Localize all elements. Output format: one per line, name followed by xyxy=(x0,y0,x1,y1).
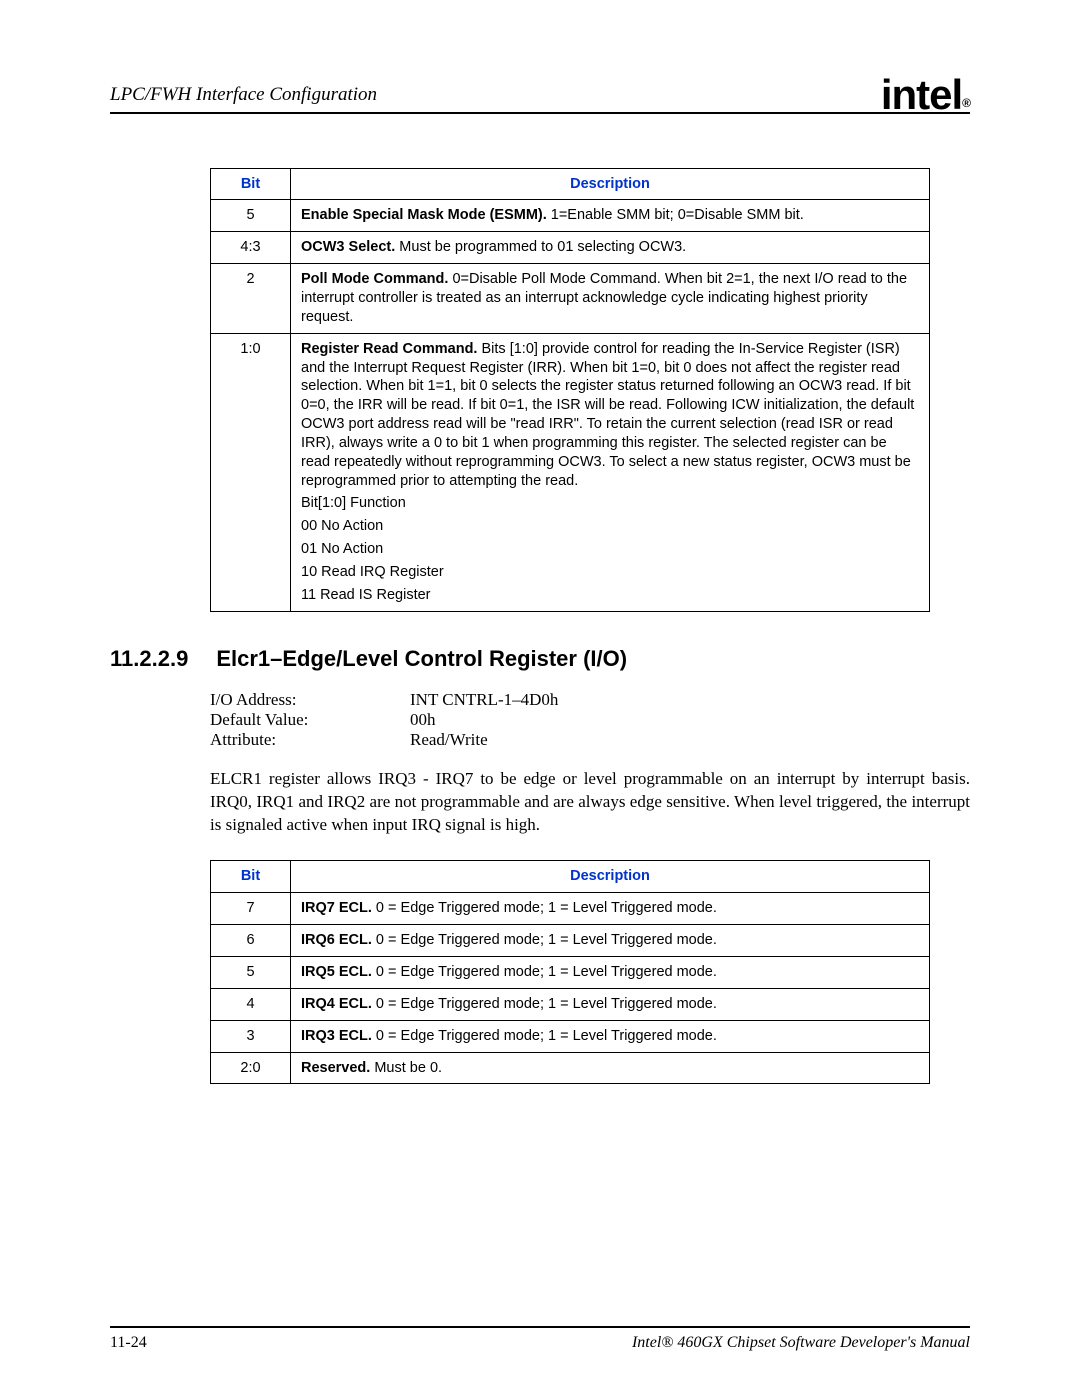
desc-subline: 11 Read IS Register xyxy=(301,582,919,605)
desc-cell: IRQ6 ECL. 0 = Edge Triggered mode; 1 = L… xyxy=(291,925,930,957)
table-row: 7IRQ7 ECL. 0 = Edge Triggered mode; 1 = … xyxy=(211,893,930,925)
register-table-elcr1: Bit Description 7IRQ7 ECL. 0 = Edge Trig… xyxy=(210,860,930,1084)
meta-row: Default Value:00h xyxy=(210,710,970,730)
col-header-desc: Description xyxy=(291,861,930,893)
meta-label: Attribute: xyxy=(210,730,410,750)
col-header-bit: Bit xyxy=(211,168,291,200)
bit-cell: 4 xyxy=(211,988,291,1020)
desc-subline: 10 Read IRQ Register xyxy=(301,559,919,582)
bit-cell: 5 xyxy=(211,200,291,232)
intel-logo: intel® xyxy=(881,78,970,112)
table-row: 5IRQ5 ECL. 0 = Edge Triggered mode; 1 = … xyxy=(211,956,930,988)
bit-cell: 1:0 xyxy=(211,333,291,611)
col-header-desc: Description xyxy=(291,168,930,200)
bit-cell: 7 xyxy=(211,893,291,925)
table-row: 5Enable Special Mask Mode (ESMM). 1=Enab… xyxy=(211,200,930,232)
desc-cell: IRQ4 ECL. 0 = Edge Triggered mode; 1 = L… xyxy=(291,988,930,1020)
page-number: 11-24 xyxy=(110,1334,147,1352)
desc-cell: IRQ7 ECL. 0 = Edge Triggered mode; 1 = L… xyxy=(291,893,930,925)
bit-cell: 2 xyxy=(211,264,291,334)
desc-cell: IRQ5 ECL. 0 = Edge Triggered mode; 1 = L… xyxy=(291,956,930,988)
col-header-bit: Bit xyxy=(211,861,291,893)
section-heading: 11.2.2.9 Elcr1–Edge/Level Control Regist… xyxy=(110,646,970,672)
bit-cell: 6 xyxy=(211,925,291,957)
desc-cell: Enable Special Mask Mode (ESMM). 1=Enabl… xyxy=(291,200,930,232)
bit-cell: 3 xyxy=(211,1020,291,1052)
desc-cell: IRQ3 ECL. 0 = Edge Triggered mode; 1 = L… xyxy=(291,1020,930,1052)
section-title: Elcr1–Edge/Level Control Register (I/O) xyxy=(216,646,627,672)
meta-row: Attribute:Read/Write xyxy=(210,730,970,750)
table-header-row: Bit Description xyxy=(211,861,930,893)
bit-cell: 4:3 xyxy=(211,232,291,264)
table-row: 2Poll Mode Command. 0=Disable Poll Mode … xyxy=(211,264,930,334)
desc-cell: Reserved. Must be 0. xyxy=(291,1052,930,1084)
section-paragraph: ELCR1 register allows IRQ3 - IRQ7 to be … xyxy=(210,768,970,837)
meta-value: Read/Write xyxy=(410,730,488,750)
table-row: 4IRQ4 ECL. 0 = Edge Triggered mode; 1 = … xyxy=(211,988,930,1020)
desc-subline: 01 No Action xyxy=(301,536,919,559)
table-row: 4:3OCW3 Select. Must be programmed to 01… xyxy=(211,232,930,264)
desc-cell: Register Read Command. Bits [1:0] provid… xyxy=(291,333,930,611)
header-title: LPC/FWH Interface Configuration xyxy=(110,84,377,106)
table-header-row: Bit Description xyxy=(211,168,930,200)
desc-cell: Poll Mode Command. 0=Disable Poll Mode C… xyxy=(291,264,930,334)
page-header: LPC/FWH Interface Configuration intel® xyxy=(110,72,970,114)
bit-cell: 5 xyxy=(211,956,291,988)
desc-subline: Bit[1:0] Function xyxy=(301,490,919,513)
section-number: 11.2.2.9 xyxy=(110,646,188,672)
footer-title: Intel® 460GX Chipset Software Developer'… xyxy=(632,1334,970,1352)
table-row: 3IRQ3 ECL. 0 = Edge Triggered mode; 1 = … xyxy=(211,1020,930,1052)
bit-cell: 2:0 xyxy=(211,1052,291,1084)
table-row: 2:0Reserved. Must be 0. xyxy=(211,1052,930,1084)
table-row: 6IRQ6 ECL. 0 = Edge Triggered mode; 1 = … xyxy=(211,925,930,957)
table-row: 1:0Register Read Command. Bits [1:0] pro… xyxy=(211,333,930,611)
page-footer: 11-24 Intel® 460GX Chipset Software Deve… xyxy=(110,1326,970,1352)
register-meta: I/O Address:INT CNTRL-1–4D0hDefault Valu… xyxy=(210,690,970,750)
meta-value: 00h xyxy=(410,710,436,730)
register-table-ocw3: Bit Description 5Enable Special Mask Mod… xyxy=(210,168,930,612)
desc-cell: OCW3 Select. Must be programmed to 01 se… xyxy=(291,232,930,264)
meta-row: I/O Address:INT CNTRL-1–4D0h xyxy=(210,690,970,710)
meta-label: I/O Address: xyxy=(210,690,410,710)
meta-label: Default Value: xyxy=(210,710,410,730)
meta-value: INT CNTRL-1–4D0h xyxy=(410,690,558,710)
desc-subline: 00 No Action xyxy=(301,513,919,536)
